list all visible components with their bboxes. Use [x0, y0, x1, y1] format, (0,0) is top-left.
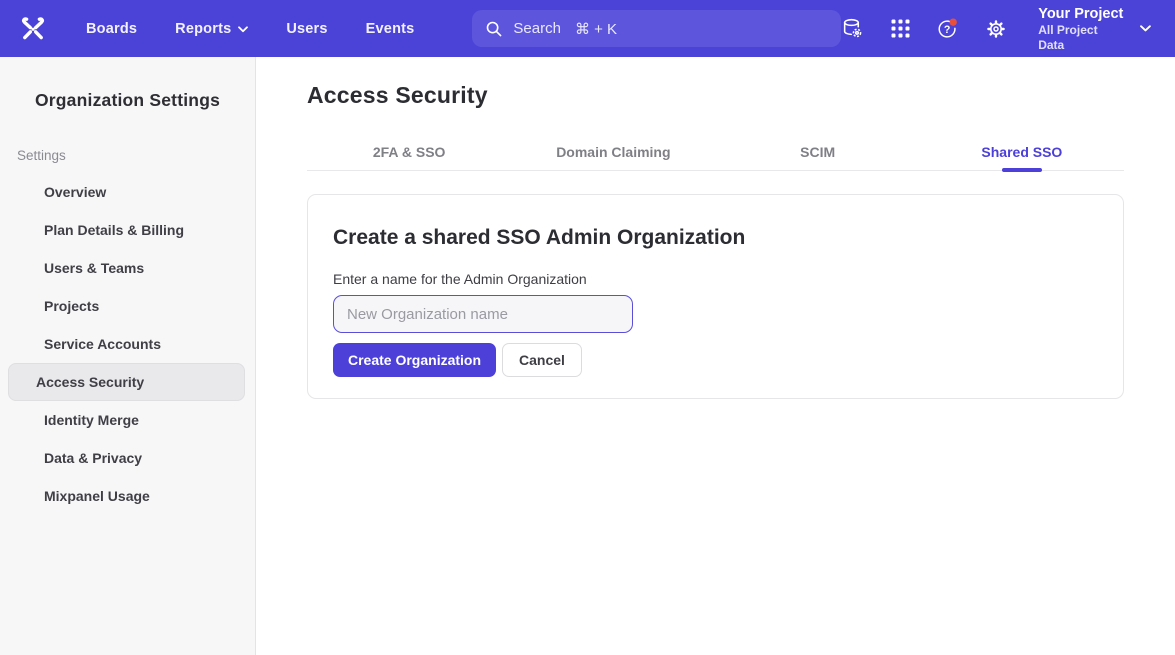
cancel-button[interactable]: Cancel: [502, 343, 582, 377]
sidebar-item-access-security[interactable]: Access Security: [8, 363, 245, 401]
sidebar-nav-list: Overview Plan Details & Billing Users & …: [0, 173, 255, 515]
chevron-down-icon: [1140, 25, 1151, 32]
mixpanel-logo-icon[interactable]: [18, 14, 48, 44]
page-title: Access Security: [307, 80, 1124, 110]
page-content: Organization Settings Settings Overview …: [0, 57, 1175, 655]
settings-gear-icon[interactable]: [984, 17, 1008, 41]
tab-shared-sso[interactable]: Shared SSO: [920, 133, 1124, 170]
sidebar-item-label: Overview: [44, 184, 106, 200]
sidebar-section-label: Settings: [17, 148, 255, 163]
create-organization-button[interactable]: Create Organization: [333, 343, 496, 377]
sidebar-title: Organization Settings: [0, 90, 255, 111]
organization-name-input[interactable]: [333, 295, 633, 333]
main-panel: Access Security 2FA & SSO Domain Claimin…: [256, 57, 1175, 655]
search-shortcut-hint: ⌘ + K: [575, 20, 617, 38]
notification-dot: [950, 18, 957, 25]
nav-item-events[interactable]: Events: [366, 21, 415, 37]
nav-item-label: Users: [286, 21, 327, 37]
project-selector-text: Your Project All Project Data: [1038, 5, 1126, 53]
project-name: Your Project: [1038, 5, 1126, 23]
sidebar-item-label: Users & Teams: [44, 260, 144, 276]
chevron-down-icon: [238, 26, 248, 33]
sidebar-item-label: Projects: [44, 298, 99, 314]
svg-text:?: ?: [944, 23, 950, 35]
project-selector[interactable]: Your Project All Project Data: [1038, 5, 1151, 53]
sidebar-item-identity-merge[interactable]: Identity Merge: [8, 401, 245, 439]
sidebar-item-label: Data & Privacy: [44, 450, 142, 466]
nav-item-label: Reports: [175, 21, 231, 37]
sidebar-item-data-privacy[interactable]: Data & Privacy: [8, 439, 245, 477]
sidebar-item-label: Plan Details & Billing: [44, 222, 184, 238]
organization-name-label: Enter a name for the Admin Organization: [333, 269, 1098, 289]
sidebar-item-plan-details-billing[interactable]: Plan Details & Billing: [8, 211, 245, 249]
organization-settings-sidebar: Organization Settings Settings Overview …: [0, 57, 256, 655]
sidebar-item-label: Identity Merge: [44, 412, 139, 428]
nav-item-label: Boards: [86, 21, 137, 37]
nav-item-reports[interactable]: Reports: [175, 21, 248, 37]
tab-label: 2FA & SSO: [373, 144, 446, 160]
sidebar-item-service-accounts[interactable]: Service Accounts: [8, 325, 245, 363]
help-icon[interactable]: ?: [936, 17, 960, 41]
project-dataset: All Project Data: [1038, 23, 1126, 53]
tab-label: Domain Claiming: [556, 144, 670, 160]
card-title: Create a shared SSO Admin Organization: [333, 223, 1098, 253]
nav-item-users[interactable]: Users: [286, 21, 327, 37]
data-connections-icon[interactable]: [841, 17, 865, 41]
top-navigation-bar: Boards Reports Users Events Search ⌘ + K: [0, 0, 1175, 57]
sidebar-item-overview[interactable]: Overview: [8, 173, 245, 211]
tab-label: Shared SSO: [981, 144, 1062, 160]
nav-item-boards[interactable]: Boards: [86, 21, 137, 37]
search-icon: [485, 20, 503, 38]
global-search-input[interactable]: Search ⌘ + K: [472, 10, 840, 47]
tab-2fa-sso[interactable]: 2FA & SSO: [307, 133, 511, 170]
tab-domain-claiming[interactable]: Domain Claiming: [511, 133, 715, 170]
tab-label: SCIM: [800, 144, 835, 160]
sidebar-item-label: Service Accounts: [44, 336, 161, 352]
access-security-tabs: 2FA & SSO Domain Claiming SCIM Shared SS…: [307, 133, 1124, 171]
create-shared-sso-card: Create a shared SSO Admin Organization E…: [307, 194, 1124, 399]
primary-nav: Boards Reports Users Events: [86, 21, 414, 37]
topbar-actions: ? Your Project All Project Data: [841, 5, 1151, 53]
sidebar-item-projects[interactable]: Projects: [8, 287, 245, 325]
tab-scim[interactable]: SCIM: [716, 133, 920, 170]
sidebar-item-label: Mixpanel Usage: [44, 488, 150, 504]
sidebar-item-label: Access Security: [36, 374, 144, 390]
search-placeholder: Search: [513, 20, 561, 37]
nav-item-label: Events: [366, 21, 415, 37]
apps-grid-icon[interactable]: [889, 17, 913, 41]
sidebar-item-users-teams[interactable]: Users & Teams: [8, 249, 245, 287]
card-actions: Create Organization Cancel: [333, 343, 1098, 377]
sidebar-item-mixpanel-usage[interactable]: Mixpanel Usage: [8, 477, 245, 515]
